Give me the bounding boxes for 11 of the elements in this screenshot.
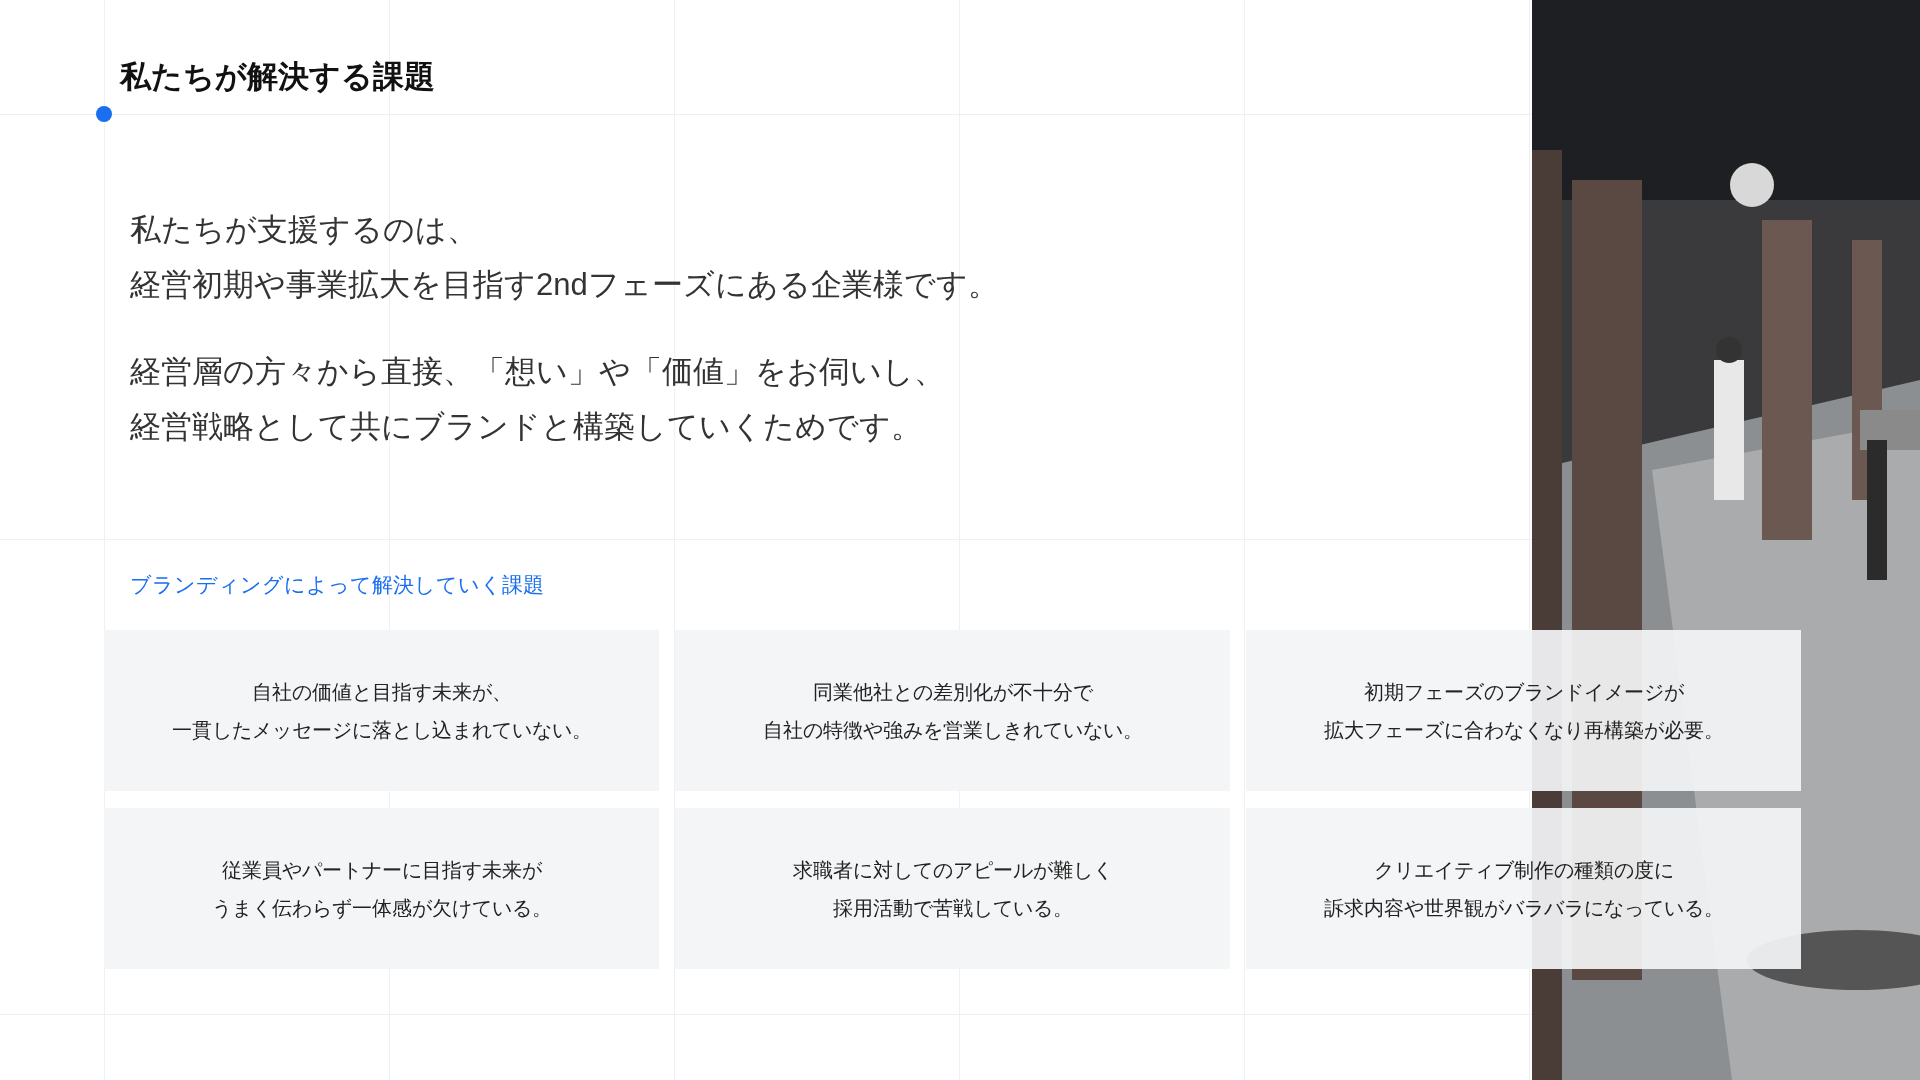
section-title: 私たちが解決する課題 <box>120 58 436 96</box>
issue-card: 求職者に対してのアピールが難しく 採用活動で苦戦している。 <box>675 808 1230 969</box>
intro-paragraph: 経営層の方々から直接、「想い」や「価値」をお伺いし、 経営戦略として共にブランドと構築していくためです。 <box>130 353 946 446</box>
issues-heading: ブランディングによって解決していく課題 <box>130 572 545 598</box>
issue-card: 初期フェーズのブランドイメージが 拡大フェーズに合わなくなり再構築が必要。 <box>1246 630 1801 791</box>
intro-paragraph: 私たちが支援するのは、 経営初期や事業拡大を目指す2ndフェーズにある企業様です。 <box>130 211 1000 304</box>
issue-card: 従業員やパートナーに目指す未来が うまく伝わらず一体感が欠けている。 <box>104 808 659 969</box>
issue-card: クリエイティブ制作の種類の度に 訴求内容や世界観がバラバラになっている。 <box>1246 808 1801 969</box>
issue-card: 同業他社との差別化が不十分で 自社の特徴や強みを営業しきれていない。 <box>675 630 1230 791</box>
issue-card: 自社の価値と目指す未来が、 一貫したメッセージに落とし込まれていない。 <box>104 630 659 791</box>
bullet-dot <box>96 106 112 122</box>
